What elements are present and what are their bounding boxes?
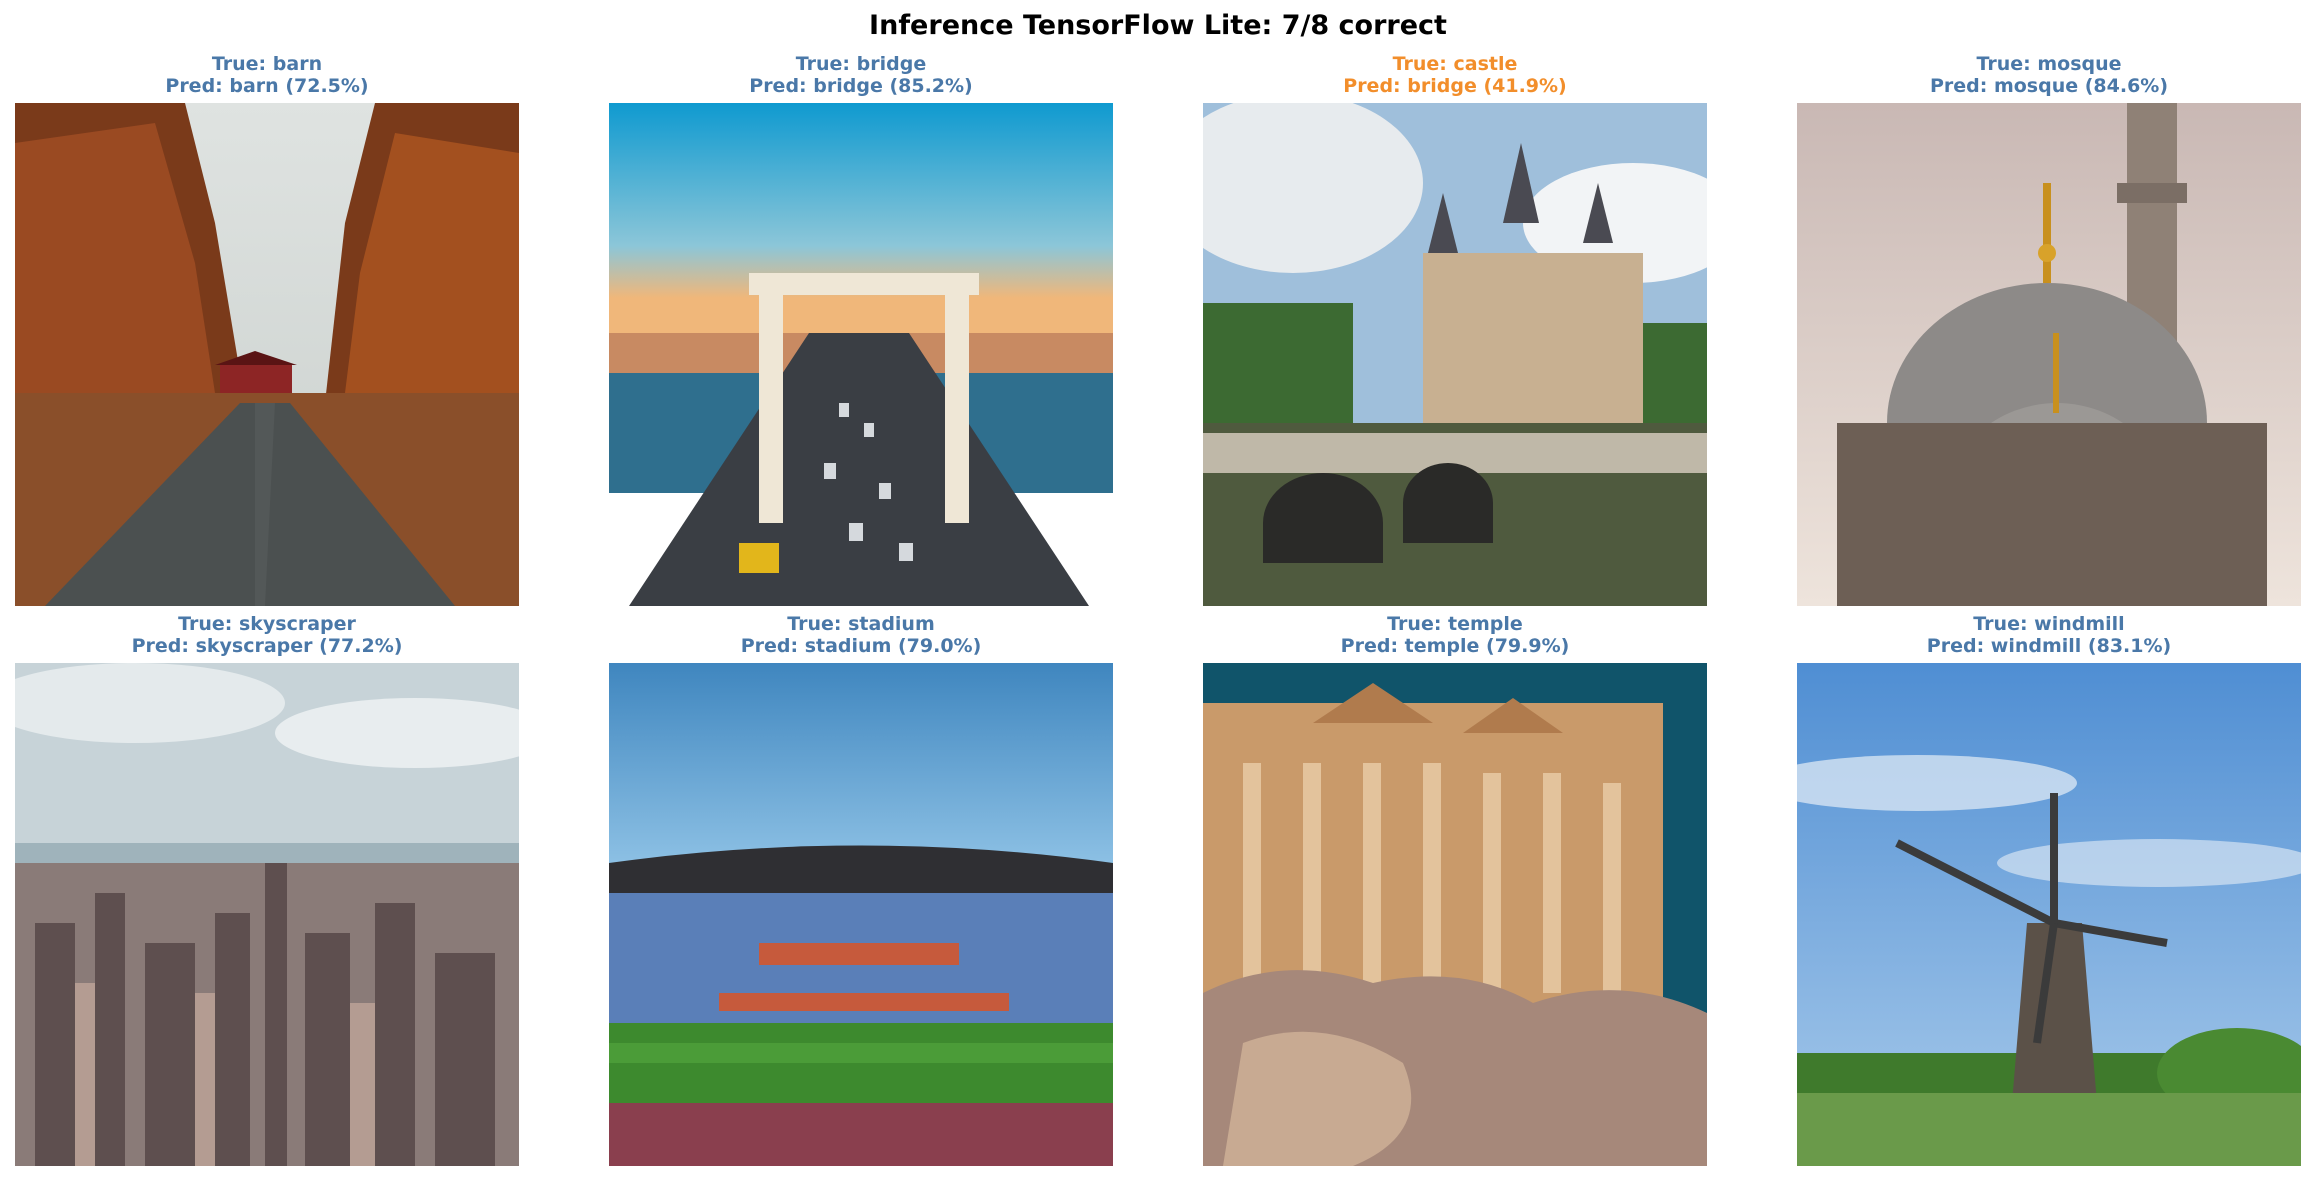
true-label: True: stadium bbox=[787, 613, 935, 635]
panel-caption: True: skyscraper Pred: skyscraper (77.2%… bbox=[15, 613, 519, 663]
true-label: True: skyscraper bbox=[178, 613, 356, 635]
pred-label: Pred: temple (79.9%) bbox=[1340, 635, 1570, 657]
pred-label: Pred: windmill (83.1%) bbox=[1926, 635, 2172, 657]
stadium-photo bbox=[609, 663, 1113, 1166]
panel-caption: True: temple Pred: temple (79.9%) bbox=[1203, 613, 1707, 663]
panel-skyscraper: True: skyscraper Pred: skyscraper (77.2%… bbox=[15, 613, 519, 1166]
true-label: True: mosque bbox=[1976, 53, 2122, 75]
skyscraper-photo bbox=[15, 663, 519, 1166]
barn-photo bbox=[15, 103, 519, 606]
pred-label: Pred: skyscraper (77.2%) bbox=[131, 635, 403, 657]
bridge-photo bbox=[609, 103, 1113, 606]
panel-caption: True: windmill Pred: windmill (83.1%) bbox=[1797, 613, 2301, 663]
panel-temple: True: temple Pred: temple (79.9%) bbox=[1203, 613, 1707, 1166]
true-label: True: windmill bbox=[1973, 613, 2125, 635]
panel-caption: True: bridge Pred: bridge (85.2%) bbox=[609, 53, 1113, 103]
true-label: True: bridge bbox=[795, 53, 927, 75]
mosque-photo bbox=[1797, 103, 2301, 606]
true-label: True: castle bbox=[1392, 53, 1518, 75]
castle-photo bbox=[1203, 103, 1707, 606]
panel-bridge: True: bridge Pred: bridge (85.2%) bbox=[609, 53, 1113, 606]
panel-mosque: True: mosque Pred: mosque (84.6%) bbox=[1797, 53, 2301, 606]
panel-windmill: True: windmill Pred: windmill (83.1%) bbox=[1797, 613, 2301, 1166]
figure-title: Inference TensorFlow Lite: 7/8 correct bbox=[869, 10, 1447, 41]
panel-castle: True: castle Pred: bridge (41.9%) bbox=[1203, 53, 1707, 606]
pred-label: Pred: mosque (84.6%) bbox=[1929, 75, 2169, 97]
panel-barn: True: barn Pred: barn (72.5%) bbox=[15, 53, 519, 606]
pred-label: Pred: stadium (79.0%) bbox=[740, 635, 982, 657]
panel-caption: True: barn Pred: barn (72.5%) bbox=[15, 53, 519, 103]
windmill-photo bbox=[1797, 663, 2301, 1166]
temple-photo bbox=[1203, 663, 1707, 1166]
pred-label: Pred: barn (72.5%) bbox=[165, 75, 369, 97]
pred-label: Pred: bridge (41.9%) bbox=[1343, 75, 1567, 97]
panel-caption: True: castle Pred: bridge (41.9%) bbox=[1203, 53, 1707, 103]
true-label: True: barn bbox=[211, 53, 323, 75]
panel-caption: True: stadium Pred: stadium (79.0%) bbox=[609, 613, 1113, 663]
true-label: True: temple bbox=[1387, 613, 1523, 635]
panel-stadium: True: stadium Pred: stadium (79.0%) bbox=[609, 613, 1113, 1166]
pred-label: Pred: bridge (85.2%) bbox=[749, 75, 973, 97]
panel-caption: True: mosque Pred: mosque (84.6%) bbox=[1797, 53, 2301, 103]
